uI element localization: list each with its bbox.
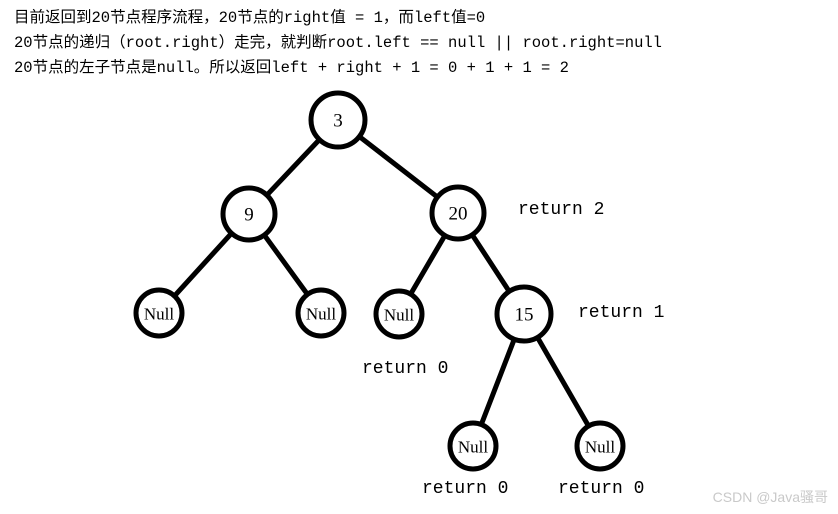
tree-node-n15-left: Null <box>447 420 499 472</box>
annotation-ret-20: return 2 <box>518 200 605 220</box>
node-label: 20 <box>449 204 468 225</box>
node-label: 9 <box>244 205 254 226</box>
diagram-canvas: 目前返回到20节点程序流程，20节点的right值 = 1，而left值=0 2… <box>0 0 838 514</box>
node-label: Null <box>384 306 415 325</box>
tree-node-left9: 9 <box>220 185 278 243</box>
tree-node-n15: 15 <box>494 284 554 344</box>
tree-node-right20: 20 <box>429 184 487 242</box>
node-label: Null <box>585 438 616 457</box>
tree-edge <box>468 230 513 296</box>
tree-node-root: 3 <box>308 90 368 150</box>
node-label: 15 <box>515 305 534 326</box>
tree-edge <box>355 132 442 201</box>
binary-tree-graphic: 3 9 20 Null Null Null 15 Null Null <box>133 90 626 472</box>
watermark: CSDN @Java骚哥 <box>712 489 828 505</box>
node-label: 3 <box>333 111 343 132</box>
annotation-ret-n15left: return 0 <box>422 479 509 499</box>
tree-node-n15-right: Null <box>574 420 626 472</box>
tree-edge <box>407 231 449 299</box>
tree-node-n20-left: Null <box>373 288 425 340</box>
annotation-ret-n15right: return 0 <box>558 479 645 499</box>
tree-edge <box>260 230 312 299</box>
node-label: Null <box>144 305 175 324</box>
annotation-ret-n20left: return 0 <box>362 359 449 379</box>
annotation-ret-15: return 1 <box>578 303 665 323</box>
tree-node-n9-left: Null <box>133 287 185 339</box>
node-label: Null <box>306 305 337 324</box>
tree-edge <box>533 333 593 431</box>
tree-node-n9-right: Null <box>295 287 347 339</box>
tree-edge <box>170 229 236 300</box>
tree-edges <box>170 132 593 431</box>
tree-edge <box>478 334 518 429</box>
node-label: Null <box>458 438 489 457</box>
tree-edge <box>263 135 324 200</box>
